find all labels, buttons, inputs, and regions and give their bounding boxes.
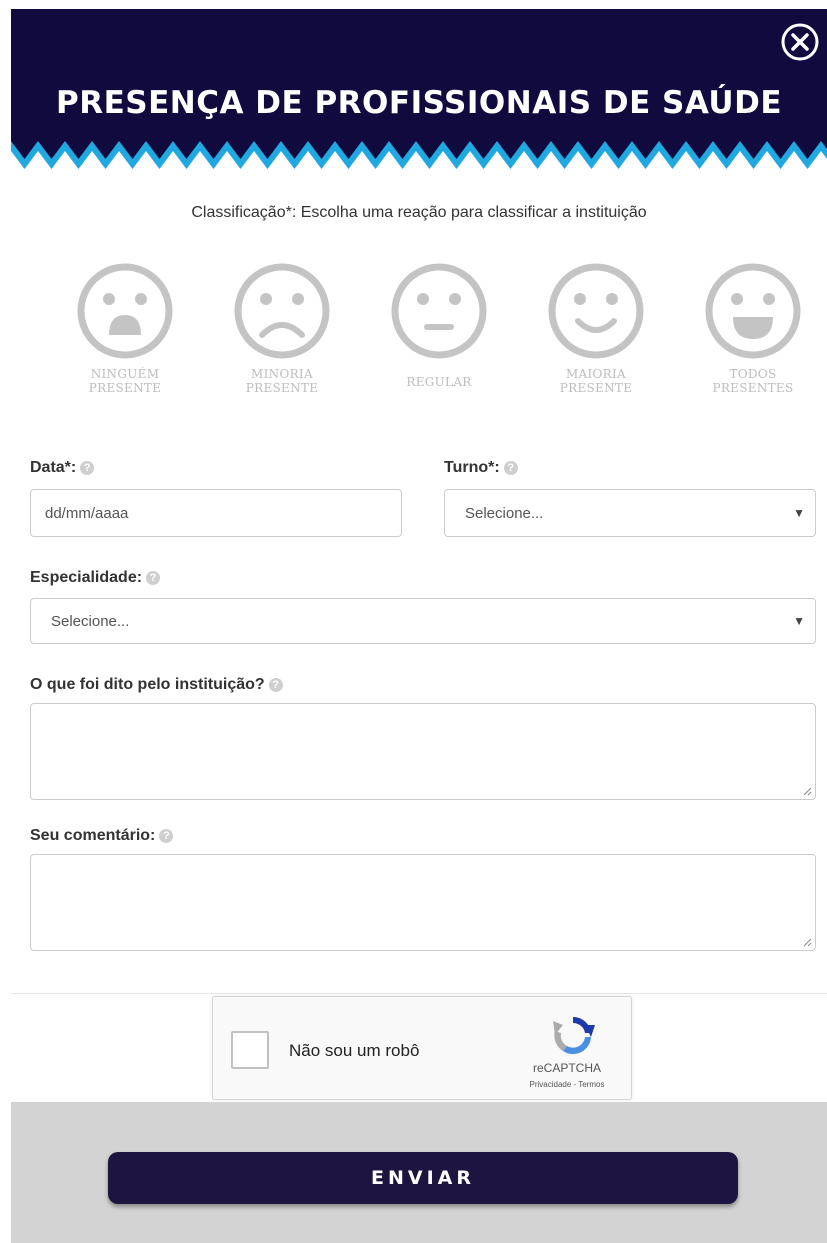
dropdown-arrow-icon: ▼ — [793, 614, 805, 628]
dropdown-arrow-icon: ▼ — [793, 506, 805, 520]
specialty-select[interactable]: Selecione... ▼ — [30, 598, 816, 644]
recaptcha-label: Não sou um robô — [289, 1041, 420, 1060]
smile-face-icon — [548, 263, 644, 359]
rating-options: NINGUÉM PRESENTE MINORIA PRESENTE REGULA… — [61, 259, 801, 409]
rating-option-maioria[interactable]: MAIORIA PRESENTE — [532, 259, 660, 409]
rating-option-minoria[interactable]: MINORIA PRESENTE — [218, 259, 346, 409]
rating-option-label: PRESENTE — [559, 381, 633, 395]
recaptcha-logo-icon — [553, 1016, 595, 1055]
submit-button[interactable]: ENVIAR — [108, 1152, 738, 1204]
footer: ENVIAR — [11, 1102, 827, 1243]
resize-grip-icon[interactable] — [802, 786, 812, 796]
rating-option-label: MAIORIA — [565, 367, 627, 381]
laugh-face-icon — [705, 263, 801, 359]
help-icon[interactable]: ? — [80, 461, 95, 475]
comment-label: Seu comentário:? — [30, 827, 174, 845]
help-icon[interactable]: ? — [159, 829, 174, 843]
rating-option-label: PRESENTE — [88, 381, 162, 395]
recaptcha-widget: Não sou um robô reCAPTCHA Privacidade - … — [212, 996, 632, 1100]
shift-selected-value: Selecione... — [465, 505, 544, 522]
rating-prompt: Classificação*: Escolha uma reação para … — [191, 204, 647, 221]
recaptcha-brand: reCAPTCHA — [532, 1061, 601, 1075]
rating-option-label: NINGUÉM — [90, 367, 160, 381]
date-placeholder: dd/mm/aaaa — [45, 505, 129, 522]
recaptcha-checkbox[interactable] — [231, 1031, 269, 1069]
help-icon[interactable]: ? — [268, 678, 283, 692]
said-textarea[interactable] — [30, 703, 816, 800]
date-label: Data*:? — [30, 459, 95, 477]
shift-select[interactable]: Selecione... ▼ — [444, 489, 816, 537]
shift-label: Turno*:? — [444, 459, 518, 477]
resize-grip-icon[interactable] — [802, 937, 812, 947]
rating-option-label: MINORIA — [251, 367, 313, 381]
divider — [11, 993, 827, 994]
close-circle-icon — [781, 23, 819, 61]
sad-face-icon — [77, 263, 173, 359]
rating-option-label: TODOS — [729, 367, 777, 381]
close-button[interactable] — [779, 21, 821, 63]
page-title: PRESENÇA DE PROFISSIONAIS DE SAÚDE — [56, 85, 782, 121]
rating-option-ninguem[interactable]: NINGUÉM PRESENTE — [61, 259, 189, 409]
help-icon[interactable]: ? — [146, 571, 161, 585]
specialty-selected-value: Selecione... — [51, 613, 130, 630]
said-label: O que foi dito pelo instituição?? — [30, 676, 283, 694]
neutral-face-icon — [391, 263, 487, 359]
comment-textarea[interactable] — [30, 854, 816, 951]
rating-option-label: PRESENTE — [245, 381, 319, 395]
frown-face-icon — [234, 263, 330, 359]
header: PRESENÇA DE PROFISSIONAIS DE SAÚDE — [11, 9, 827, 185]
date-input[interactable]: dd/mm/aaaa — [30, 489, 402, 537]
recaptcha-links[interactable]: Privacidade - Termos — [509, 1080, 625, 1089]
specialty-label: Especialidade:? — [30, 569, 161, 587]
rating-option-label: PRESENTES — [712, 381, 794, 395]
rating-option-regular[interactable]: REGULAR — [375, 259, 503, 409]
rating-option-todos[interactable]: TODOS PRESENTES — [689, 259, 817, 409]
rating-option-label: REGULAR — [406, 375, 472, 389]
modal: PRESENÇA DE PROFISSIONAIS DE SAÚDE Class… — [11, 9, 827, 1243]
help-icon[interactable]: ? — [503, 461, 518, 475]
